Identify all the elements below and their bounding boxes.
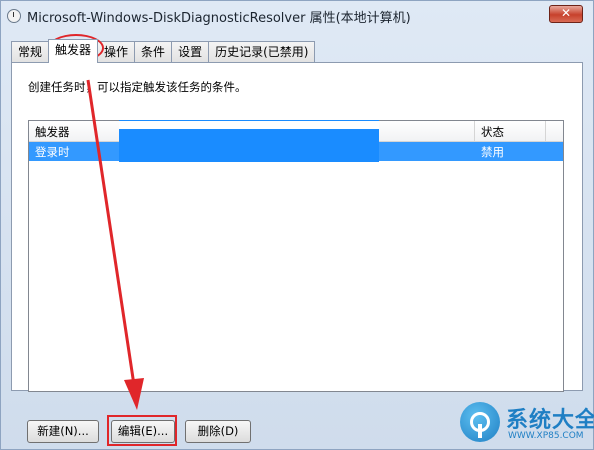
new-button[interactable]: 新建(N)... [27, 420, 99, 443]
clock-icon [7, 9, 21, 23]
delete-button[interactable]: 删除(D) [185, 420, 251, 443]
panel-description: 创建任务时，可以指定触发该任务的条件。 [28, 80, 247, 94]
edit-button[interactable]: 编辑(E)... [111, 420, 175, 443]
tab-general[interactable]: 常规 [11, 41, 50, 62]
tab-history[interactable]: 历史记录(已禁用) [208, 41, 316, 62]
column-header-trigger[interactable]: 触发器 [35, 124, 70, 140]
properties-window: Microsoft-Windows-DiskDiagnosticResolver… [0, 0, 594, 450]
column-divider[interactable] [545, 121, 546, 141]
watermark-title: 系统大全 [506, 408, 594, 433]
site-logo-icon [460, 402, 500, 442]
tab-bar: 常规 触发器 操作 条件 设置 历史记录(已禁用) [11, 39, 316, 63]
close-button[interactable]: ✕ [549, 5, 583, 23]
row-trigger: 登录时 [35, 145, 70, 159]
title-bar[interactable]: Microsoft-Windows-DiskDiagnosticResolver… [1, 1, 593, 31]
tab-actions[interactable]: 操作 [97, 41, 136, 62]
watermark-url: WWW.XP85.COM [508, 431, 584, 441]
trigger-list[interactable]: 触发器 状态 登录时 禁用 [28, 120, 564, 392]
triggers-panel: 创建任务时，可以指定触发该任务的条件。 触发器 状态 登录时 禁用 [11, 62, 583, 392]
row-status: 禁用 [481, 145, 504, 159]
column-header-status[interactable]: 状态 [481, 124, 504, 140]
tab-triggers[interactable]: 触发器 [48, 39, 99, 63]
redaction-block-top [119, 121, 379, 129]
tab-conditions[interactable]: 条件 [134, 41, 173, 62]
window-title: Microsoft-Windows-DiskDiagnosticResolver… [27, 10, 411, 26]
tab-settings[interactable]: 设置 [171, 41, 210, 62]
column-divider[interactable] [474, 121, 475, 141]
site-watermark: 系统大全 WWW.XP85.COM [458, 400, 594, 448]
